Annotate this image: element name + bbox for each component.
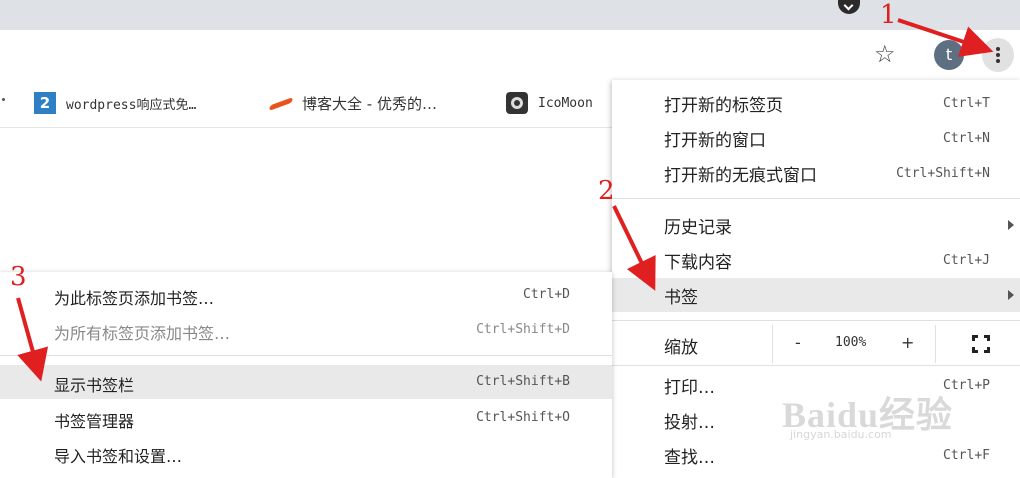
bookmark-label: IcoMoon [538,95,593,111]
fullscreen-icon[interactable] [972,335,990,353]
blog-wave-icon [270,92,292,114]
zoom-out-button[interactable]: - [795,333,801,352]
zoom-in-button[interactable]: + [901,333,914,352]
menu-divider [612,365,1020,366]
bookmark-label: 博客大全 - 优秀的… [302,94,437,113]
submenu-arrow-icon [1008,290,1014,300]
annotation-step-3: 3 [10,262,27,292]
menu-item-new-window[interactable]: 打开新的窗口 Ctrl+N [612,121,1020,155]
bookmarks-submenu: 为此标签页添加书签… Ctrl+D 为所有标签页添加书签… Ctrl+Shift… [0,272,612,478]
annotation-step-1: 1 [880,0,897,30]
bookmark-item-wordpress[interactable]: 2 wordpress响应式免… [34,92,196,114]
submenu-item-bookmark-all-tabs[interactable]: 为所有标签页添加书签… Ctrl+Shift+D [0,313,612,347]
menu-item-find[interactable]: 查找… Ctrl+F [612,438,1020,472]
bookmarks-overflow-icon[interactable] [2,98,5,101]
profile-avatar[interactable]: t [934,40,964,70]
watermark-url: jingyan.baidu.com [790,428,892,441]
bookmark-label: wordpress响应式免… [66,97,197,113]
window-titlebar [0,0,1020,30]
submenu-arrow-icon [1008,220,1014,230]
menu-divider [612,320,1020,321]
annotation-step-2: 2 [598,176,615,206]
bookmark-star-icon[interactable]: ☆ [874,42,896,66]
menu-item-history[interactable]: 历史记录 [612,208,1020,242]
submenu-item-bookmark-this-tab[interactable]: 为此标签页添加书签… Ctrl+D [0,278,612,312]
submenu-item-bookmark-manager[interactable]: 书签管理器 Ctrl+Shift+O [0,401,612,435]
zoom-row: 缩放 - 100% + [612,325,1020,363]
wordpress-2-icon: 2 [34,92,56,114]
menu-item-new-incognito[interactable]: 打开新的无痕式窗口 Ctrl+Shift+N [612,156,1020,190]
chrome-menu-button[interactable] [982,38,1014,72]
menu-item-bookmarks[interactable]: 书签 [612,278,1020,312]
browser-toolbar [0,30,1020,80]
menu-divider [612,198,1020,199]
bookmark-item-icomoon[interactable]: IcoMoon [506,92,593,114]
zoom-controls: - 100% + [772,325,936,363]
menu-item-downloads[interactable]: 下载内容 Ctrl+J [612,243,1020,277]
icomoon-icon [506,92,528,114]
zoom-level: 100% [835,335,867,350]
menu-item-new-tab[interactable]: 打开新的标签页 Ctrl+T [612,86,1020,120]
bookmark-item-blog[interactable]: 博客大全 - 优秀的… [270,92,437,114]
submenu-item-show-bookmarks-bar[interactable]: 显示书签栏 Ctrl+Shift+B [0,365,612,399]
menu-divider [0,355,612,356]
submenu-item-import-bookmarks[interactable]: 导入书签和设置… [0,436,612,470]
